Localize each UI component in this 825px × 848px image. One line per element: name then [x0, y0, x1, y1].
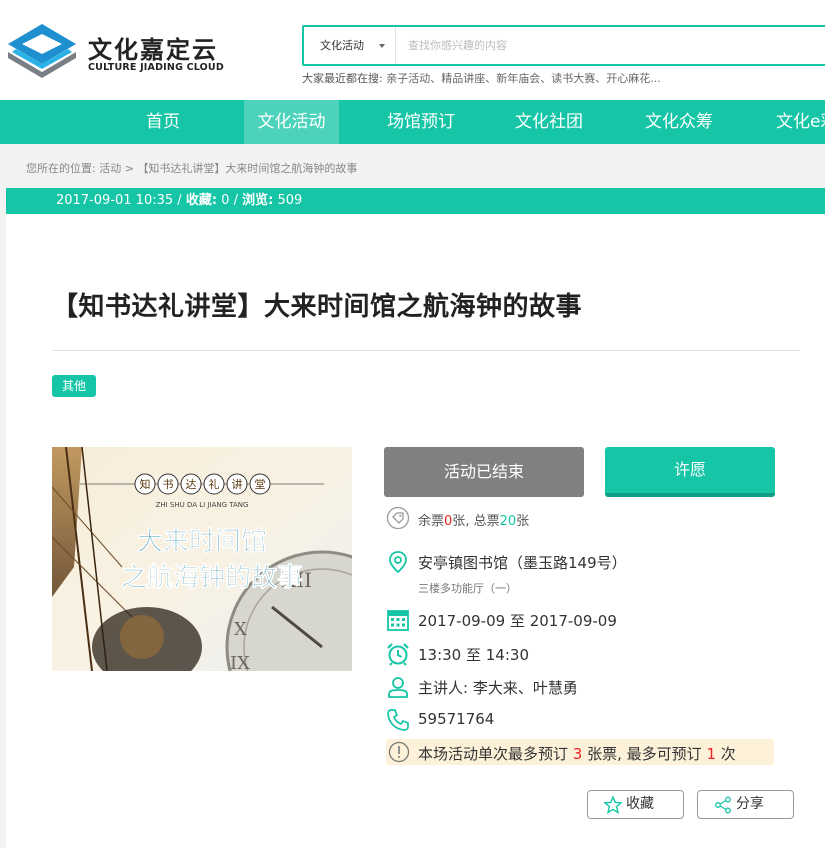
search-input[interactable] [408, 27, 825, 64]
meta-bar: 2017-09-01 10:35 / 收藏: 0 / 浏览: 509 [6, 188, 825, 214]
nav-item-culture-clubs[interactable]: 文化社团 [503, 100, 595, 144]
poster-series-char: 讲 [232, 477, 243, 491]
favorite-button[interactable]: 收藏 [587, 790, 684, 819]
poster-series-char: 达 [186, 478, 197, 491]
chevron-down-icon [379, 44, 385, 48]
notice-max-orders: 1 [706, 745, 716, 763]
notice-prefix: 本场活动单次最多预订 [418, 745, 569, 763]
nav-item-crowdfunding[interactable]: 文化众筹 [631, 100, 727, 144]
meta-separator: / [233, 193, 243, 208]
logo-mark-icon [8, 24, 76, 78]
divider [52, 350, 800, 351]
breadcrumb: 您所在的位置: 活动 > 【知书达礼讲堂】大来时间馆之航海钟的故事 [26, 160, 357, 176]
share-icon [715, 796, 731, 814]
category-tag[interactable]: 其他 [52, 375, 96, 397]
event-poster: XII X IX 知书达礼讲堂 ZHI SHU DA LI JIANG TANG… [52, 447, 352, 671]
logo-english-text: CULTURE JIADING CLOUD [88, 62, 224, 73]
hot-searches: 大家最近都在搜: 亲子活动、精品讲座、新年庙会、读书大赛、开心麻花... [302, 70, 661, 86]
booking-limit-text: 本场活动单次最多预订 3 张票, 最多可预订 1 次 [418, 743, 736, 764]
breadcrumb-prefix: 您所在的位置: [26, 162, 96, 175]
make-wish-button[interactable]: 许愿 [605, 447, 775, 497]
meta-separator: / [177, 193, 186, 208]
nav-item-culture-activities[interactable]: 文化活动 [244, 100, 339, 144]
poster-series-char: 知 [140, 477, 151, 491]
calendar-icon [387, 610, 409, 631]
event-ended-button[interactable]: 活动已结束 [384, 447, 584, 497]
logo-chinese-text: 文化嘉定云 [88, 36, 218, 64]
poster-series-char: 礼 [209, 477, 220, 491]
hot-searches-terms[interactable]: 亲子活动、精品讲座、新年庙会、读书大赛、开心麻花... [386, 72, 661, 85]
event-time: 13:30 至 14:30 [418, 646, 529, 664]
tickets-unit: 张 [452, 514, 466, 529]
breadcrumb-current: 【知书达礼讲堂】大来时间馆之航海钟的故事 [137, 162, 358, 175]
poster-title-line2: 之航海钟的故事 [121, 562, 303, 593]
location-pin-icon [389, 551, 407, 574]
warning-icon [388, 741, 410, 763]
booking-limit-notice: 本场活动单次最多预订 3 张票, 最多可预订 1 次 [386, 739, 774, 765]
tickets-unit: 张 [516, 514, 530, 529]
nav-item-culture-e[interactable]: 文化e彩 [766, 100, 825, 144]
favorites-count: 0 [221, 193, 230, 208]
views-count: 509 [277, 193, 303, 208]
notice-per-order: 3 [572, 745, 583, 763]
search-category-select[interactable]: 文化活动 [304, 27, 396, 64]
star-icon [604, 796, 622, 814]
share-button-label: 分享 [736, 796, 764, 812]
poster-series-char: 堂 [255, 478, 266, 491]
svg-text:X: X [234, 619, 247, 640]
views-label: 浏览: [242, 193, 274, 208]
site-header: 文化嘉定云 CULTURE JIADING CLOUD 文化活动 大家最近都在搜… [0, 0, 825, 100]
phone-icon [387, 709, 409, 731]
ticket-tag-icon [386, 506, 410, 530]
notice-suffix: 次 [720, 745, 736, 763]
breadcrumb-separator: > [124, 162, 134, 175]
tickets-text: 余票0张, 总票20张 [418, 510, 529, 529]
alarm-clock-icon [387, 643, 409, 666]
notice-mid: 张票, 最多可预订 [587, 745, 702, 763]
share-button[interactable]: 分享 [697, 790, 794, 819]
poster-series-char: 书 [163, 478, 174, 491]
event-date: 2017-09-09 至 2017-09-09 [418, 612, 617, 630]
favorite-button-label: 收藏 [626, 796, 654, 812]
nav-item-venue-booking[interactable]: 场馆预订 [375, 100, 467, 144]
favorites-label: 收藏: [185, 193, 218, 208]
event-speaker: 主讲人: 李大来、叶慧勇 [418, 679, 578, 697]
tickets-total-count: 20 [499, 514, 517, 529]
venue-room: 三楼多功能厅（一） [418, 582, 517, 595]
nav-item-home[interactable]: 首页 [121, 100, 205, 144]
event-title: 【知书达礼讲堂】大来时间馆之航海钟的故事 [52, 292, 583, 322]
breadcrumb-link-activities[interactable]: 活动 [99, 162, 121, 175]
person-icon [388, 677, 408, 698]
search-box: 文化活动 [302, 25, 825, 66]
event-phone: 59571764 [418, 710, 495, 728]
main-nav: 首页 文化活动 场馆预订 文化社团 文化众筹 文化e彩 [0, 100, 825, 144]
hot-searches-label: 大家最近都在搜: [302, 72, 383, 85]
site-logo[interactable]: 文化嘉定云 CULTURE JIADING CLOUD [6, 22, 226, 82]
svg-text:IX: IX [230, 653, 250, 671]
poster-title-line1: 大来时间馆 [137, 526, 267, 557]
tickets-total-label: , 总票 [465, 514, 500, 529]
publish-datetime: 2017-09-01 10:35 [56, 193, 174, 208]
venue-name[interactable]: 安亭镇图书馆（墨玉路149号） [418, 552, 627, 573]
tickets-remain-label: 余票 [418, 514, 445, 529]
poster-series-pinyin: ZHI SHU DA LI JIANG TANG [156, 501, 249, 509]
search-category-label: 文化活动 [320, 39, 364, 52]
